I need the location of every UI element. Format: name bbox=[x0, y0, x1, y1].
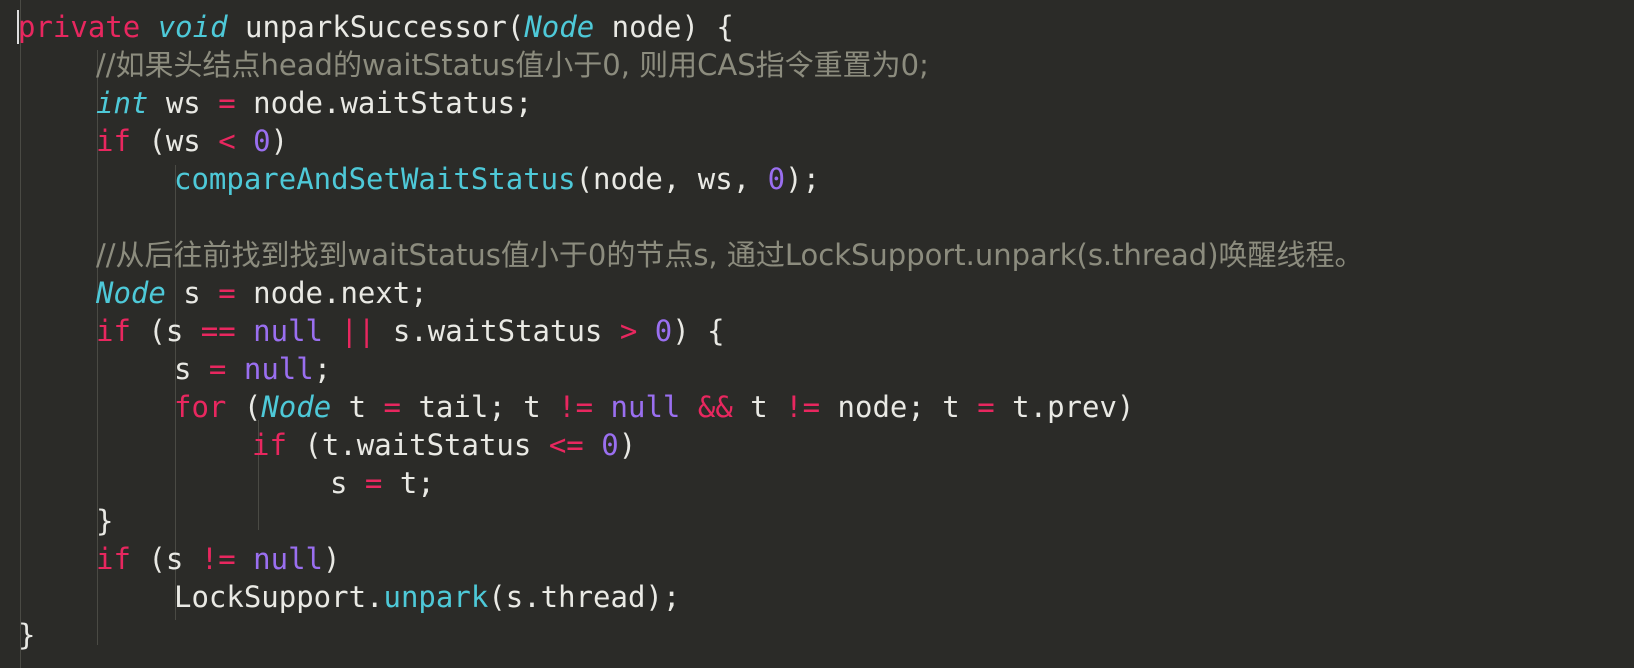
token-type: Node bbox=[261, 390, 332, 424]
token-plain: ( bbox=[226, 390, 262, 424]
token-op: != bbox=[558, 390, 594, 424]
token-kw: private bbox=[18, 10, 141, 44]
token-op: = bbox=[208, 352, 227, 386]
token-op: && bbox=[697, 390, 733, 424]
token-plain: ; bbox=[313, 352, 332, 386]
code-line[interactable]: private void unparkSuccessor(Node node) … bbox=[0, 8, 1634, 46]
token-plain: t bbox=[732, 390, 786, 424]
token-type: void bbox=[157, 10, 228, 44]
token-plain: (t.waitStatus bbox=[286, 428, 549, 462]
token-plain: ) { bbox=[672, 314, 725, 348]
token-plain: (s bbox=[130, 314, 201, 348]
token-plain: t.prev) bbox=[994, 390, 1135, 424]
token-plain: ) bbox=[618, 428, 637, 462]
token-kw: if bbox=[96, 542, 131, 576]
token-nullv: null bbox=[253, 314, 323, 348]
token-nullv: null bbox=[243, 352, 314, 386]
token-op: <= bbox=[548, 428, 584, 462]
token-plain: unparkSuccessor( bbox=[227, 10, 525, 44]
code-surface[interactable]: private void unparkSuccessor(Node node) … bbox=[0, 8, 1634, 654]
token-kw: if bbox=[96, 124, 131, 158]
text-caret bbox=[17, 10, 19, 44]
token-call: compareAndSetWaitStatus bbox=[174, 162, 576, 196]
token-plain: ) bbox=[270, 124, 289, 158]
token-plain: node) { bbox=[594, 10, 734, 44]
token-plain: ); bbox=[785, 162, 821, 196]
code-line[interactable]: compareAndSetWaitStatus(node, ws, 0); bbox=[0, 160, 1634, 198]
token-plain: tail; t bbox=[401, 390, 559, 424]
code-line[interactable]: for (Node t = tail; t != null && t != no… bbox=[0, 388, 1634, 426]
token-plain: s.waitStatus bbox=[375, 314, 620, 348]
token-plain: (s.thread); bbox=[488, 580, 681, 614]
code-line[interactable]: Node s = node.next; bbox=[0, 274, 1634, 312]
token-nullv: null bbox=[253, 542, 323, 576]
token-plain: } bbox=[18, 618, 36, 652]
code-line[interactable]: if (s != null) bbox=[0, 540, 1634, 578]
token-comment: //如果头结点head的waitStatus值小于0, 则用CAS指令重置为0; bbox=[96, 48, 929, 82]
token-plain: LockSupport. bbox=[174, 580, 384, 614]
token-plain: (ws bbox=[130, 124, 219, 158]
token-op: < bbox=[218, 124, 236, 158]
token-plain: ws bbox=[148, 86, 219, 120]
token-plain: (s bbox=[130, 542, 201, 576]
token-op: || bbox=[340, 314, 376, 348]
token-type: int bbox=[96, 86, 149, 120]
token-op: != bbox=[785, 390, 821, 424]
token-plain: node.waitStatus; bbox=[235, 86, 533, 120]
token-kw: if bbox=[96, 314, 131, 348]
token-plain: node.next; bbox=[235, 276, 428, 310]
code-line[interactable]: //从后往前找到找到waitStatus值小于0的节点s, 通过LockSupp… bbox=[0, 236, 1634, 274]
code-line[interactable]: if (ws < 0) bbox=[0, 122, 1634, 160]
code-line[interactable]: s = null; bbox=[0, 350, 1634, 388]
token-plain: t bbox=[331, 390, 384, 424]
token-num: 0 bbox=[654, 314, 673, 348]
token-type: Node bbox=[524, 10, 595, 44]
token-num: 0 bbox=[601, 428, 619, 462]
token-nullv: null bbox=[610, 390, 681, 424]
code-line[interactable] bbox=[0, 198, 1634, 236]
code-line[interactable]: //如果头结点head的waitStatus值小于0, 则用CAS指令重置为0; bbox=[0, 46, 1634, 84]
token-plain: ) bbox=[323, 542, 341, 576]
token-call: unpark bbox=[383, 580, 489, 614]
token-op: == bbox=[200, 314, 236, 348]
token-type: Node bbox=[96, 276, 166, 310]
token-plain: node; t bbox=[820, 390, 978, 424]
code-line[interactable]: } bbox=[0, 502, 1634, 540]
token-op: = bbox=[383, 390, 402, 424]
token-op: > bbox=[619, 314, 638, 348]
token-comment: //从后往前找到找到waitStatus值小于0的节点s, 通过LockSupp… bbox=[96, 238, 1364, 272]
token-kw: if bbox=[252, 428, 287, 462]
code-line[interactable]: if (t.waitStatus <= 0) bbox=[0, 426, 1634, 464]
token-plain: t; bbox=[382, 466, 435, 500]
token-plain: s bbox=[330, 466, 365, 500]
token-plain: (node, ws, bbox=[575, 162, 768, 196]
code-line[interactable]: s = t; bbox=[0, 464, 1634, 502]
code-line[interactable]: if (s == null || s.waitStatus > 0) { bbox=[0, 312, 1634, 350]
token-op: = bbox=[218, 86, 236, 120]
token-num: 0 bbox=[253, 124, 271, 158]
token-op: = bbox=[364, 466, 383, 500]
token-op: = bbox=[977, 390, 995, 424]
code-line[interactable]: LockSupport.unpark(s.thread); bbox=[0, 578, 1634, 616]
token-num: 0 bbox=[767, 162, 786, 196]
token-plain: } bbox=[96, 504, 114, 538]
token-op: != bbox=[200, 542, 236, 576]
token-plain: s bbox=[174, 352, 209, 386]
code-editor-pane[interactable]: private void unparkSuccessor(Node node) … bbox=[0, 0, 1634, 668]
token-plain: s bbox=[165, 276, 219, 310]
code-line[interactable]: int ws = node.waitStatus; bbox=[0, 84, 1634, 122]
token-kw: for bbox=[174, 390, 227, 424]
token-op: = bbox=[218, 276, 236, 310]
code-line[interactable]: } bbox=[0, 616, 1634, 654]
